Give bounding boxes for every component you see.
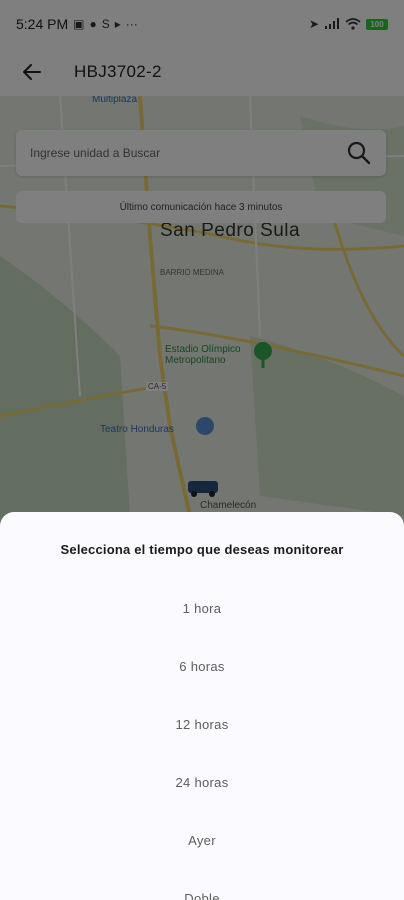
option-12-horas[interactable]: 12 horas	[0, 695, 404, 753]
option-1-hora[interactable]: 1 hora	[0, 579, 404, 637]
time-range-bottom-sheet: Selecciona el tiempo que deseas monitore…	[0, 512, 404, 900]
option-6-horas[interactable]: 6 horas	[0, 637, 404, 695]
time-options-list: 1 hora 6 horas 12 horas 24 horas Ayer Do…	[0, 579, 404, 900]
option-doble[interactable]: Doble	[0, 869, 404, 900]
option-ayer[interactable]: Ayer	[0, 811, 404, 869]
sheet-title: Selecciona el tiempo que deseas monitore…	[60, 542, 344, 557]
option-24-horas[interactable]: 24 horas	[0, 753, 404, 811]
